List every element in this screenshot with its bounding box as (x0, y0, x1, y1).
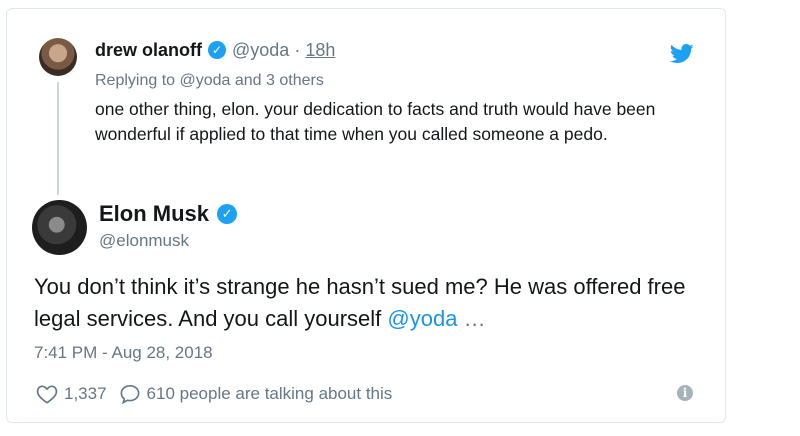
truncation-ellipsis: … (457, 306, 486, 331)
reply-separator: · (294, 39, 301, 60)
replying-to-text[interactable]: Replying to @yoda and 3 others (95, 72, 324, 90)
info-icon[interactable]: i (677, 385, 693, 401)
comment-bubble-icon (120, 384, 140, 404)
thread-connector-line (57, 82, 59, 195)
main-tweet-text-body: You don’t think it’s strange he hasn’t s… (34, 274, 686, 331)
main-author-name-row: Elon Musk ✓ (99, 201, 238, 227)
main-tweet-text: You don’t think it’s strange he hasn’t s… (34, 271, 704, 335)
verified-badge-icon: ✓ (208, 41, 226, 59)
like-count: 1,337 (64, 384, 107, 403)
conversation-count-text: 610 people are talking about this (146, 384, 393, 403)
conversation-action[interactable]: 610 people are talking about this (119, 384, 393, 404)
main-author-avatar[interactable] (32, 200, 87, 255)
verified-badge-icon: ✓ (217, 204, 238, 224)
reply-timestamp-link[interactable]: 18h (305, 40, 335, 61)
like-action[interactable]: 1,337 (36, 384, 107, 404)
reply-author-name[interactable]: drew olanoff (95, 40, 202, 61)
reply-author-handle[interactable]: @yoda (232, 40, 289, 61)
mention-link[interactable]: @yoda (387, 306, 457, 331)
main-author-name[interactable]: Elon Musk (99, 201, 209, 227)
reply-header: drew olanoff ✓ @yoda · 18h (95, 38, 335, 62)
tweet-actions: 1,337 610 people are talking about this (36, 381, 392, 407)
reply-author-avatar[interactable] (39, 38, 77, 76)
reply-tweet-text: one other thing, elon. your dedication t… (95, 99, 656, 144)
main-author-handle[interactable]: @elonmusk (99, 231, 189, 251)
tweet-timestamp[interactable]: 7:41 PM - Aug 28, 2018 (34, 343, 213, 363)
heart-icon (36, 385, 58, 404)
twitter-bird-icon[interactable] (670, 44, 694, 64)
